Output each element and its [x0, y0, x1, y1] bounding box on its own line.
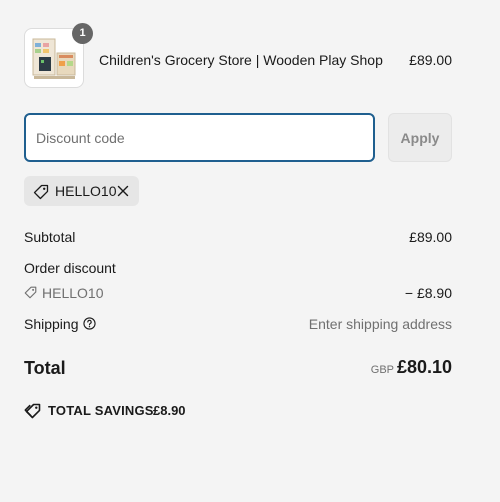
order-discount-label: Order discount [24, 260, 116, 276]
total-row: Total GBP £80.10 [24, 356, 452, 382]
discount-code-label: HELLO10 [42, 285, 104, 301]
tag-icon [24, 286, 37, 299]
shipping-label: Shipping [24, 316, 79, 332]
total-amount: £80.10 [396, 357, 452, 377]
product-name: Children's Grocery Store | Wooden Play S… [99, 52, 383, 68]
total-label: Total [24, 358, 66, 378]
shipping-value: Enter shipping address [308, 316, 452, 332]
apply-button[interactable]: Apply [388, 113, 452, 162]
applied-discount-chip: HELLO10 [24, 176, 139, 206]
question-circle-icon[interactable] [83, 317, 96, 330]
total-savings-label: TOTAL SAVINGS [48, 403, 154, 418]
discount-value: − £8.90 [404, 285, 452, 301]
product-image [32, 38, 76, 79]
applied-discount-code: HELLO10 [55, 183, 117, 199]
product-thumbnail: 1 [24, 23, 93, 88]
cart-line-item: 1 Children's Grocery Store | Wooden Play… [24, 23, 452, 90]
tags-icon [24, 403, 41, 419]
subtotal-label: Subtotal [24, 229, 76, 245]
currency-code: GBP [370, 364, 394, 376]
discount-code-input[interactable] [24, 113, 375, 162]
close-icon[interactable] [117, 185, 129, 197]
product-price: £89.00 [409, 52, 452, 68]
tag-icon [33, 184, 49, 200]
quantity-badge: 1 [72, 23, 93, 44]
total-savings: TOTAL SAVINGS £8.90 [24, 402, 324, 420]
total-savings-amount: £8.90 [153, 403, 186, 418]
subtotal-value: £89.00 [409, 229, 452, 245]
